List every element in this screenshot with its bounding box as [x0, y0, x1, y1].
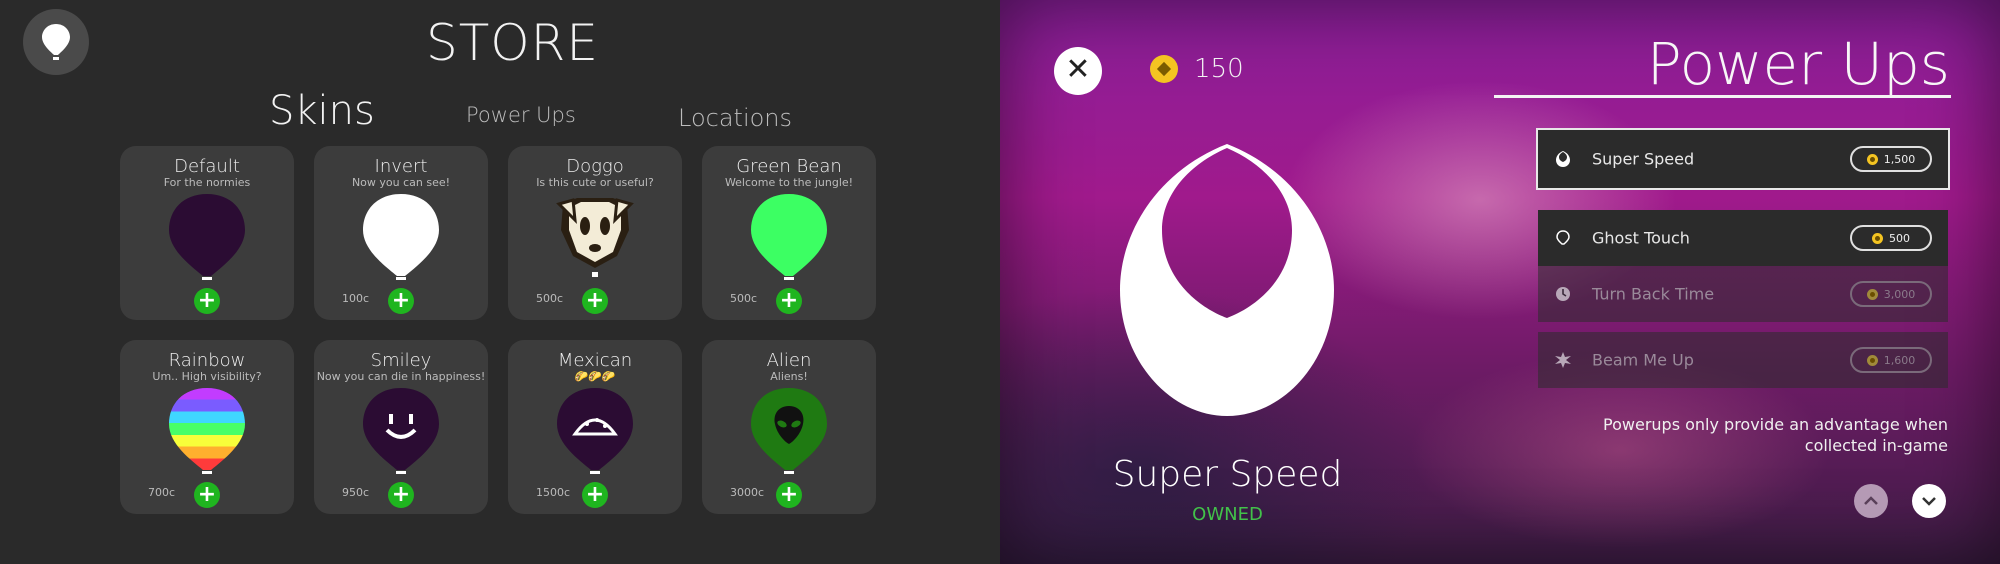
- powerup-row[interactable]: Super Speed 1,500: [1536, 128, 1950, 190]
- add-skin-button[interactable]: +: [194, 482, 220, 508]
- skin-name: Alien: [766, 350, 812, 371]
- skin-price: 500c: [536, 292, 564, 305]
- skin-balloon: [751, 388, 827, 474]
- skin-price: 700c: [148, 486, 176, 499]
- skin-name: Mexican: [557, 350, 633, 371]
- skin-subtitle: Now you can die in happiness!: [316, 370, 486, 383]
- coin-balance: 150: [1150, 54, 1244, 84]
- powerup-row[interactable]: Beam Me Up 1,600: [1538, 332, 1948, 388]
- powerup-price-button[interactable]: 1,500: [1850, 146, 1932, 172]
- skin-balloon: [169, 194, 245, 280]
- power-ups-panel: ✕ 150 Power Ups Super Speed OWNED Super …: [1000, 0, 2000, 564]
- clock-icon: [1556, 287, 1570, 301]
- store-panel: STORE Skins Power Ups Locations Default …: [0, 0, 1000, 564]
- skin-card[interactable]: Alien Aliens! 3000c +: [702, 340, 876, 514]
- skin-card[interactable]: Doggo Is this cute or useful? 500c +: [508, 146, 682, 320]
- coin-icon: [1866, 153, 1878, 165]
- tab-locations[interactable]: Locations: [678, 104, 792, 132]
- skin-price: 500c: [730, 292, 758, 305]
- coin-icon: [1866, 288, 1878, 300]
- add-skin-button[interactable]: +: [582, 482, 608, 508]
- page-title: Power Ups: [1646, 30, 1950, 98]
- skin-subtitle: Is this cute or useful?: [536, 176, 654, 189]
- skin-price: 950c: [342, 486, 370, 499]
- title-underline: [1494, 95, 1951, 98]
- powerups-note: Powerups only provide an advantage when …: [1603, 415, 1948, 455]
- powerup-price: 1,600: [1883, 353, 1916, 367]
- coin-icon: [1866, 354, 1878, 366]
- selected-powerup-name: Super Speed: [1112, 454, 1343, 495]
- skin-subtitle: Now you can see!: [351, 176, 451, 189]
- beam-burst-icon: [1555, 352, 1571, 368]
- skin-name: Rainbow: [168, 350, 246, 371]
- skin-card[interactable]: Green Bean Welcome to the jungle! 500c +: [702, 146, 876, 320]
- skin-card[interactable]: Default For the normies +: [120, 146, 294, 320]
- ghost-balloon-icon: [1556, 230, 1570, 245]
- powerup-row[interactable]: Ghost Touch 500: [1538, 210, 1948, 266]
- skin-card[interactable]: Invert Now you can see! 100c +: [314, 146, 488, 320]
- skin-subtitle: 🌮🌮🌮: [574, 370, 616, 383]
- skin-card[interactable]: Mexican 🌮🌮🌮 1500c +: [508, 340, 682, 514]
- chevron-up-icon: [1864, 496, 1878, 505]
- close-button[interactable]: ✕: [1054, 47, 1102, 95]
- scroll-up-button[interactable]: [1854, 484, 1888, 518]
- add-skin-button[interactable]: +: [388, 482, 414, 508]
- skin-subtitle: Aliens!: [770, 370, 808, 383]
- coin-amount: 150: [1194, 54, 1244, 84]
- scroll-down-button[interactable]: [1912, 484, 1946, 518]
- skin-name: Doggo: [566, 156, 624, 177]
- powerup-price: 1,500: [1883, 152, 1916, 166]
- skin-card[interactable]: Smiley Now you can die in happiness! 950…: [314, 340, 488, 514]
- tab-power-ups[interactable]: Power Ups: [466, 103, 576, 127]
- add-skin-button[interactable]: +: [776, 482, 802, 508]
- powerup-price: 500: [1889, 231, 1910, 245]
- skin-name: Smiley: [370, 350, 432, 371]
- powerup-label: Turn Back Time: [1592, 284, 1715, 304]
- super-speed-large-icon: [1120, 144, 1334, 416]
- powerup-price-button[interactable]: 500: [1850, 225, 1932, 251]
- skin-subtitle: For the normies: [163, 176, 251, 189]
- coin-icon: [1150, 55, 1178, 83]
- skin-balloon: [363, 388, 439, 474]
- dog-face-icon: [556, 198, 634, 277]
- skin-balloon: [751, 194, 827, 280]
- skin-name: Default: [174, 156, 240, 177]
- skin-name: Green Bean: [736, 156, 842, 177]
- powerup-label: Ghost Touch: [1592, 228, 1690, 248]
- skin-balloon: [169, 388, 245, 474]
- skin-subtitle: Um.. High visibility?: [152, 370, 262, 383]
- skin-balloon: [363, 194, 439, 280]
- coin-icon: [1872, 232, 1883, 244]
- speed-drop-icon: [1556, 151, 1570, 167]
- skin-balloon: [557, 388, 633, 474]
- add-skin-button[interactable]: +: [776, 288, 802, 314]
- skin-price: 3000c: [730, 486, 765, 499]
- add-skin-button[interactable]: +: [194, 288, 220, 314]
- skin-price: 100c: [342, 292, 370, 305]
- powerup-row[interactable]: Turn Back Time 3,000: [1538, 266, 1948, 322]
- skin-price: 1500c: [536, 486, 571, 499]
- powerup-label: Beam Me Up: [1592, 350, 1694, 370]
- powerup-price-button[interactable]: 1,600: [1850, 347, 1932, 373]
- powerup-price: 3,000: [1883, 287, 1916, 301]
- powerup-price-button[interactable]: 3,000: [1850, 281, 1932, 307]
- selected-powerup-status: OWNED: [1192, 504, 1263, 525]
- store-title: STORE: [426, 14, 599, 72]
- powerup-label: Super Speed: [1592, 149, 1695, 169]
- tab-skins[interactable]: Skins: [269, 88, 375, 134]
- skin-name: Invert: [374, 156, 428, 177]
- skin-card[interactable]: Rainbow Um.. High visibility? 700c +: [120, 340, 294, 514]
- chevron-down-icon: [1922, 497, 1936, 506]
- skin-subtitle: Welcome to the jungle!: [724, 176, 854, 189]
- add-skin-button[interactable]: +: [388, 288, 414, 314]
- add-skin-button[interactable]: +: [582, 288, 608, 314]
